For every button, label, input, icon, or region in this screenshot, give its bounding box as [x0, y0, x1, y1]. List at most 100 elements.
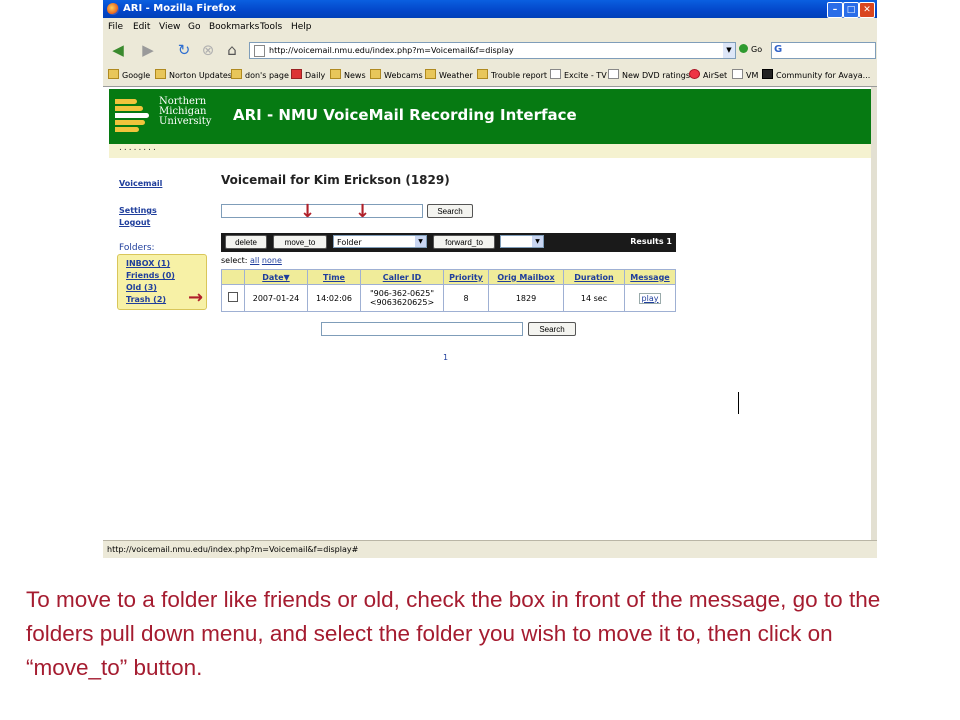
- cell-message: play: [624, 284, 676, 312]
- bookmark-webcams[interactable]: Webcams: [370, 69, 423, 80]
- select-none-link[interactable]: none: [262, 256, 282, 265]
- menu-go[interactable]: Go: [188, 22, 200, 32]
- vertical-scrollbar[interactable]: [871, 87, 877, 541]
- folder-inbox[interactable]: INBOX (1): [126, 259, 170, 268]
- move-to-button[interactable]: move_to: [273, 235, 327, 249]
- bookmark-norton-updates[interactable]: Norton Updates: [155, 69, 232, 80]
- down-arrow-icon: ↓: [355, 201, 371, 222]
- folder-icon: [155, 69, 166, 79]
- search-button[interactable]: Search: [427, 204, 473, 218]
- column-header-duration[interactable]: Duration: [563, 269, 625, 285]
- select-all-link[interactable]: all: [250, 256, 259, 265]
- forward-select[interactable]: ▼: [500, 235, 544, 248]
- column-header-orig-mailbox[interactable]: Orig Mailbox: [488, 269, 564, 285]
- breadcrumb: ........: [109, 144, 872, 158]
- window-title: ARI - Mozilla Firefox: [123, 3, 237, 14]
- forward-to-button[interactable]: forward_to: [433, 235, 495, 249]
- page-icon: [550, 69, 561, 79]
- results-count: Results 1: [630, 237, 672, 246]
- page-icon: [732, 69, 743, 79]
- cell-date: 2007-01-24: [244, 284, 308, 312]
- menu-file[interactable]: File: [108, 22, 123, 32]
- title-bar: ARI - Mozilla Firefox – □ ✕: [103, 0, 877, 18]
- reload-icon[interactable]: ↻: [175, 41, 193, 59]
- pagination-page-1[interactable]: 1: [443, 353, 448, 362]
- folder-trash[interactable]: Trash (2): [126, 295, 166, 304]
- folder-select[interactable]: Folder ▼: [333, 235, 427, 248]
- avaya-icon: [762, 69, 773, 79]
- search-box[interactable]: G: [771, 42, 876, 59]
- maximize-button[interactable]: □: [843, 2, 859, 18]
- chevron-down-icon: ▼: [415, 236, 426, 247]
- checkbox-column-header: [221, 269, 245, 285]
- menu-help[interactable]: Help: [291, 22, 312, 32]
- bottom-search-button[interactable]: Search: [528, 322, 576, 336]
- row-select-cell: [221, 284, 245, 312]
- right-arrow-icon: →: [188, 287, 204, 308]
- menu-edit[interactable]: Edit: [133, 22, 150, 32]
- voicemail-table: Date▼ Time Caller ID Priority Orig Mailb…: [221, 269, 676, 312]
- folder-friends[interactable]: Friends (0): [126, 271, 175, 280]
- column-header-message: Message: [624, 269, 676, 285]
- page-viewport: Northern Michigan University ARI - NMU V…: [103, 86, 877, 541]
- table-header-row: Date▼ Time Caller ID Priority Orig Mailb…: [221, 269, 676, 285]
- folder-icon: [231, 69, 242, 79]
- column-header-priority[interactable]: Priority: [443, 269, 489, 285]
- site-header: Northern Michigan University ARI - NMU V…: [109, 89, 872, 144]
- go-button[interactable]: Go: [739, 44, 762, 54]
- folder-icon: [477, 69, 488, 79]
- instruction-caption: To move to a folder like friends or old,…: [26, 587, 881, 680]
- menu-tools[interactable]: Tools: [260, 22, 282, 32]
- folders-label: Folders:: [119, 243, 155, 253]
- menu-view[interactable]: View: [159, 22, 180, 32]
- close-button[interactable]: ✕: [859, 2, 875, 18]
- column-header-caller-id[interactable]: Caller ID: [360, 269, 444, 285]
- sidebar-item-voicemail[interactable]: Voicemail: [119, 179, 162, 188]
- airset-icon: [689, 69, 700, 79]
- bookmark-google[interactable]: Google: [108, 69, 150, 80]
- forward-icon[interactable]: ▶: [139, 41, 157, 59]
- minimize-button[interactable]: –: [827, 2, 843, 18]
- home-icon[interactable]: ⌂: [223, 41, 241, 59]
- search-input[interactable]: [221, 204, 423, 218]
- bottom-search-input[interactable]: [321, 322, 523, 336]
- site-title: ARI - NMU VoiceMail Recording Interface: [233, 106, 577, 124]
- bookmark-airset[interactable]: AirSet: [689, 69, 727, 80]
- stop-icon[interactable]: ⊗: [199, 41, 217, 59]
- sidebar-item-settings[interactable]: Settings: [119, 206, 157, 215]
- page-icon: [608, 69, 619, 79]
- bookmark-dons-page[interactable]: don's page: [231, 69, 289, 80]
- address-bar[interactable]: http://voicemail.nmu.edu/index.php?m=Voi…: [249, 42, 736, 59]
- bookmark-news[interactable]: News: [330, 69, 366, 80]
- play-link[interactable]: play: [638, 292, 662, 304]
- column-header-date[interactable]: Date▼: [244, 269, 308, 285]
- message-checkbox[interactable]: [228, 292, 238, 302]
- table-row: 2007-01-24 14:02:06 "906-362-0625" <90636…: [221, 284, 676, 312]
- university-name: Northern Michigan University: [159, 96, 212, 127]
- bookmark-new-dvd-ratings[interactable]: New DVD ratings: [608, 69, 690, 80]
- menu-bookmarks[interactable]: Bookmarks: [209, 22, 259, 32]
- message-toolbar: delete move_to Folder ▼ forward_to ▼ Resu…: [221, 233, 676, 252]
- daily-icon: [291, 69, 302, 79]
- cell-caller-id: "906-362-0625" <9063620625>: [360, 284, 444, 312]
- google-icon: G: [774, 44, 783, 55]
- back-icon[interactable]: ◀: [109, 41, 127, 59]
- column-header-time[interactable]: Time: [307, 269, 361, 285]
- delete-button[interactable]: delete: [225, 235, 267, 249]
- bookmark-daily[interactable]: Daily: [291, 69, 325, 80]
- bookmark-trouble-report[interactable]: Trouble report: [477, 69, 547, 80]
- bookmark-weather[interactable]: Weather: [425, 69, 473, 80]
- address-text: http://voicemail.nmu.edu/index.php?m=Voi…: [269, 46, 514, 55]
- page-title: Voicemail for Kim Erickson (1829): [221, 173, 450, 187]
- navigation-toolbar: ◀ ▶ ↻ ⊗ ⌂ http://voicemail.nmu.edu/index…: [103, 37, 877, 63]
- cell-orig-mailbox: 1829: [488, 284, 564, 312]
- folder-old[interactable]: Old (3): [126, 283, 157, 292]
- bookmark-excite-tv[interactable]: Excite - TV: [550, 69, 607, 80]
- sidebar-item-logout[interactable]: Logout: [119, 218, 150, 227]
- bookmark-community-for-avaya[interactable]: Community for Avaya...: [762, 69, 870, 80]
- status-text: http://voicemail.nmu.edu/index.php?m=Voi…: [107, 545, 359, 554]
- bookmark-vm[interactable]: VM: [732, 69, 758, 80]
- google-bookmark-icon: [108, 69, 119, 79]
- address-dropdown-icon[interactable]: ▼: [723, 43, 735, 58]
- menu-bar: File Edit View Go Bookmarks Tools Help: [103, 19, 877, 36]
